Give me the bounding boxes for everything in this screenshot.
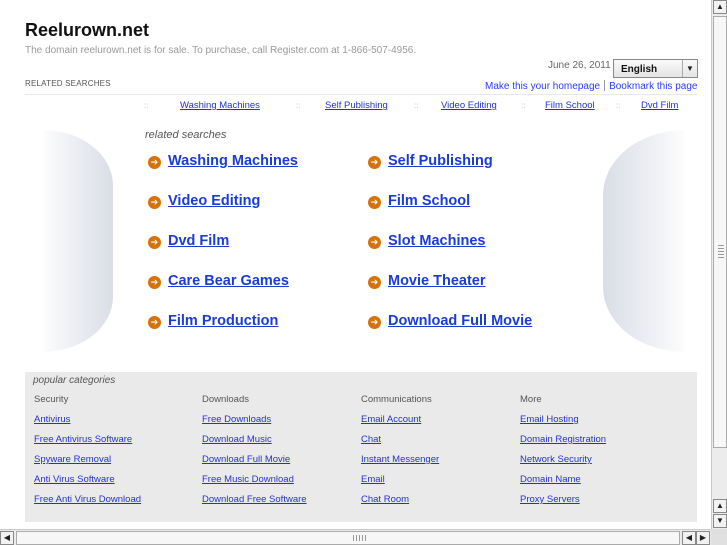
popular-categories-heading: popular categories <box>33 375 116 386</box>
category-column: Security Antivirus Free Antivirus Softwa… <box>34 394 194 514</box>
related-search-link[interactable]: Movie Theater <box>388 273 486 289</box>
related-search-link[interactable]: Download Full Movie <box>388 313 532 329</box>
link-bar-item[interactable]: Washing Machines <box>180 100 260 111</box>
link-bar-item[interactable]: Film School <box>545 100 595 111</box>
arrow-right-icon: ➔ <box>368 196 381 209</box>
arrow-right-icon: ➔ <box>368 316 381 329</box>
related-search-link[interactable]: Self Publishing <box>388 153 493 169</box>
chevron-down-icon[interactable]: ▼ <box>682 60 697 77</box>
arrow-right-icon: ➔ <box>148 236 161 249</box>
category-link[interactable]: Free Antivirus Software <box>34 434 194 454</box>
category-title: Security <box>34 394 69 405</box>
scroll-left-button[interactable]: ◀ <box>0 531 14 545</box>
category-link[interactable]: Download Free Software <box>202 494 362 514</box>
category-link[interactable]: Instant Messenger <box>361 454 521 474</box>
scroll-down-button[interactable]: ▼ <box>713 514 727 528</box>
browser-viewport: Reelurown.net The domain reelurown.net i… <box>0 0 711 529</box>
category-link[interactable]: Download Music <box>202 434 362 454</box>
sale-notice: The domain reelurown.net is for sale. To… <box>25 45 417 56</box>
arrow-right-icon: ➔ <box>368 236 381 249</box>
related-searches-label: RELATED SEARCHES <box>25 79 111 88</box>
category-link[interactable]: Domain Registration <box>520 434 680 454</box>
link-separator: :: <box>521 101 526 110</box>
grip-icon <box>353 535 367 541</box>
scroll-right-button[interactable]: ▶ <box>696 531 710 545</box>
language-value: English <box>621 64 658 75</box>
link-bar-item[interactable]: Dvd Film <box>641 100 678 111</box>
category-link[interactable]: Antivirus <box>34 414 194 434</box>
decorative-left-shape <box>43 130 113 352</box>
related-search-link[interactable]: Slot Machines <box>388 233 486 249</box>
link-bar-item[interactable]: Video Editing <box>441 100 497 111</box>
top-links: Make this your homepage Bookmark this pag… <box>485 80 697 92</box>
category-link[interactable]: Domain Name <box>520 474 680 494</box>
date-text: June 26, 2011 <box>548 60 611 71</box>
divider <box>604 80 606 91</box>
site-title: Reelurown.net <box>25 20 150 40</box>
category-link[interactable]: Chat <box>361 434 521 454</box>
arrow-right-icon: ➔ <box>368 276 381 289</box>
related-search-link[interactable]: Film Production <box>168 313 278 329</box>
category-link[interactable]: Proxy Servers <box>520 494 680 514</box>
category-link[interactable]: Chat Room <box>361 494 521 514</box>
category-title: Communications <box>361 394 432 405</box>
category-title: More <box>520 394 542 405</box>
related-search-link[interactable]: Washing Machines <box>168 153 298 169</box>
link-bar-item[interactable]: Self Publishing <box>325 100 388 111</box>
category-link[interactable]: Network Security <box>520 454 680 474</box>
link-separator: :: <box>296 101 301 110</box>
category-link[interactable]: Email Hosting <box>520 414 680 434</box>
arrow-right-icon: ➔ <box>368 156 381 169</box>
arrow-right-icon: ➔ <box>148 276 161 289</box>
category-column: Communications Email Account Chat Instan… <box>361 394 521 514</box>
arrow-right-icon: ➔ <box>148 196 161 209</box>
related-search-link[interactable]: Video Editing <box>168 193 260 209</box>
grip-icon <box>718 245 724 259</box>
link-separator: :: <box>144 101 149 110</box>
link-bar: :: Washing Machines :: Self Publishing :… <box>0 100 711 114</box>
category-link[interactable]: Email Account <box>361 414 521 434</box>
language-select[interactable]: English ▼ <box>613 59 698 78</box>
category-link[interactable]: Free Anti Virus Download <box>34 494 194 514</box>
related-search-link[interactable]: Dvd Film <box>168 233 229 249</box>
arrow-right-icon: ➔ <box>148 156 161 169</box>
scrollbar-corner <box>711 529 727 545</box>
vertical-scroll-thumb[interactable] <box>713 16 727 448</box>
category-column: More Email Hosting Domain Registration N… <box>520 394 680 514</box>
category-link[interactable]: Free Downloads <box>202 414 362 434</box>
category-link[interactable]: Free Music Download <box>202 474 362 494</box>
popular-categories-panel: popular categories Security Antivirus Fr… <box>25 372 697 522</box>
bookmark-link[interactable]: Bookmark this page <box>609 81 697 92</box>
make-homepage-link[interactable]: Make this your homepage <box>485 81 600 92</box>
arrow-right-icon: ➔ <box>148 316 161 329</box>
category-title: Downloads <box>202 394 249 405</box>
category-column: Downloads Free Downloads Download Music … <box>202 394 362 514</box>
related-search-link[interactable]: Care Bear Games <box>168 273 289 289</box>
link-separator: :: <box>616 101 621 110</box>
related-searches-heading: related searches <box>145 129 227 141</box>
category-link[interactable]: Anti Virus Software <box>34 474 194 494</box>
scroll-up-button[interactable]: ▲ <box>713 499 727 513</box>
category-link[interactable]: Download Full Movie <box>202 454 362 474</box>
header-divider <box>25 94 697 95</box>
decorative-right-shape <box>603 130 685 352</box>
category-link[interactable]: Spyware Removal <box>34 454 194 474</box>
category-link[interactable]: Email <box>361 474 521 494</box>
horizontal-scrollbar[interactable]: ◀ ◀ ▶ <box>0 529 711 545</box>
scroll-left-button[interactable]: ◀ <box>682 531 696 545</box>
horizontal-scroll-thumb[interactable] <box>16 531 680 545</box>
vertical-scrollbar[interactable]: ▲ ▲ ▼ <box>711 0 727 529</box>
link-separator: :: <box>414 101 419 110</box>
scroll-up-button[interactable]: ▲ <box>713 0 727 14</box>
related-search-link[interactable]: Film School <box>388 193 470 209</box>
